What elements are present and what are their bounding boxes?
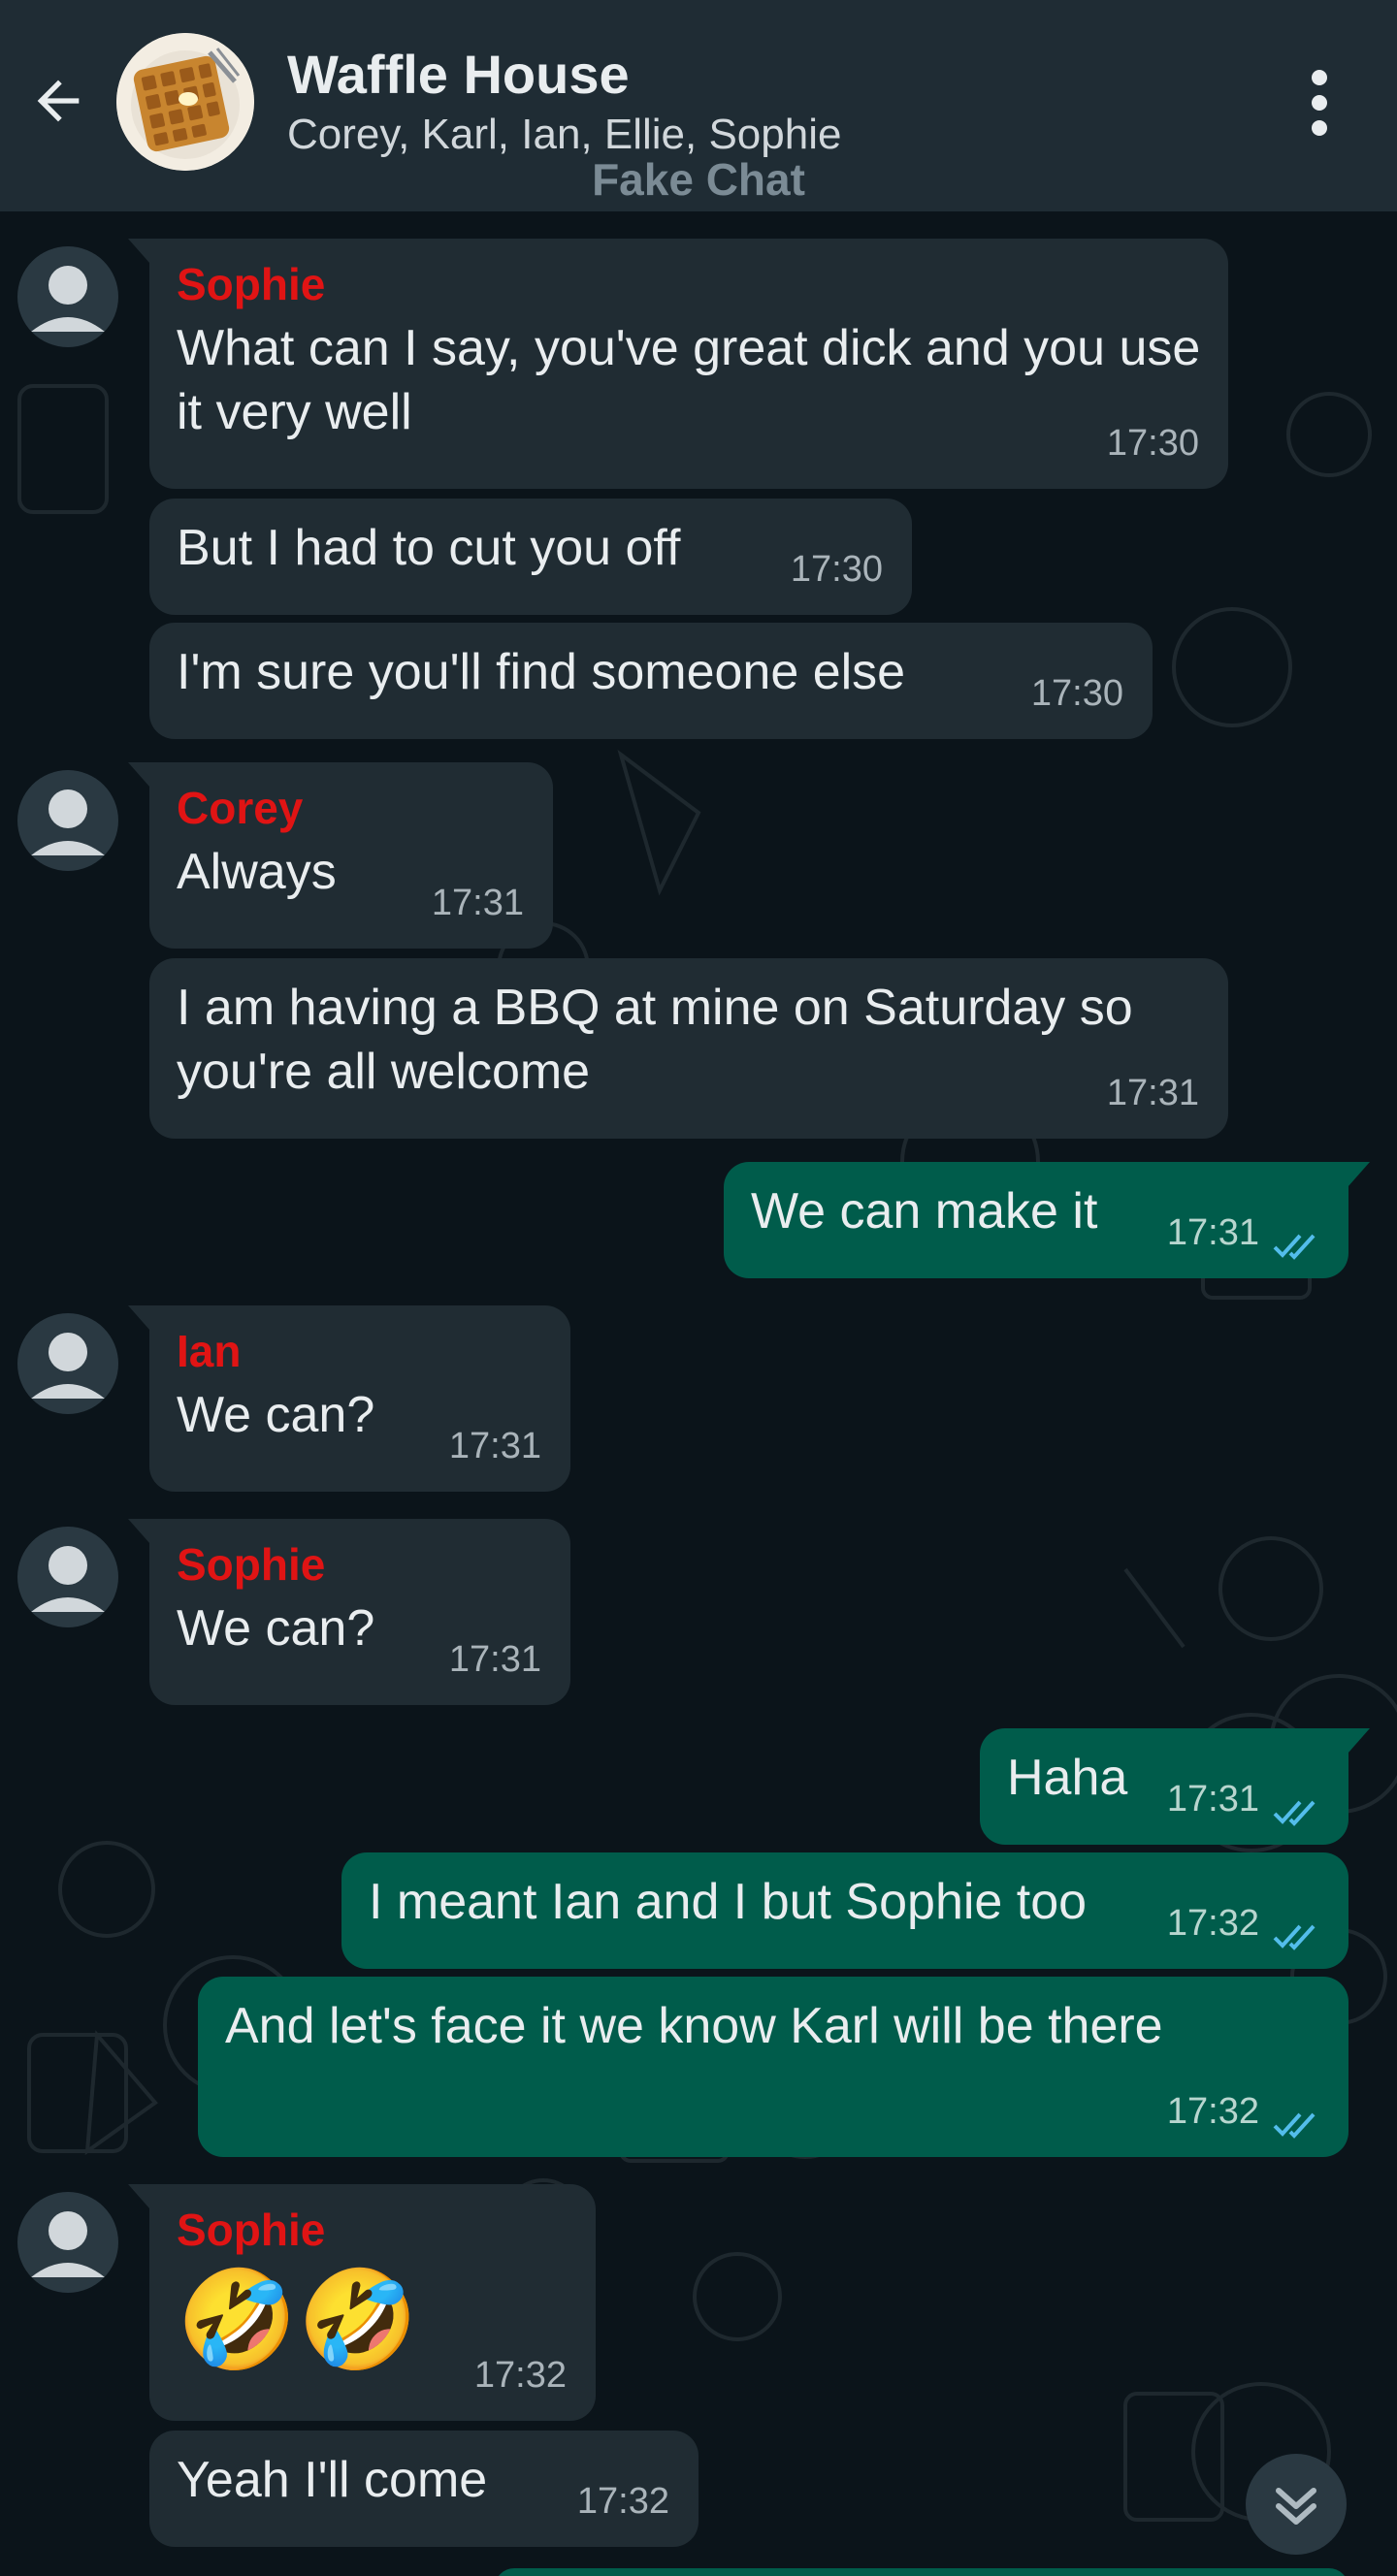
message-text: I meant Ian and I but Sophie too [369,1874,1088,1930]
outgoing-message-bubble[interactable]: Haha 17:31 [980,1728,1370,1845]
double-check-icon [1273,1924,1316,1950]
double-check-icon [1273,1800,1316,1826]
message-time: 17:31 [1166,1212,1259,1253]
message-time: 17:32 [576,2481,669,2522]
avatar[interactable] [17,1527,118,1627]
incoming-message-bubble[interactable]: I'm sure you'll find someone else 17:30 [149,623,1153,739]
sender-name: Sophie [177,2205,326,2255]
sender-name: Sophie [177,259,326,309]
avatar[interactable] [17,770,118,871]
chat-title[interactable]: Waffle House [287,43,630,106]
incoming-message-bubble[interactable]: Sophie What can I say, you've great dick… [128,239,1228,489]
watermark: Fake Chat [592,154,805,205]
message-text: We can? [177,1387,375,1443]
message-text: We can make it [751,1183,1098,1240]
more-vert-icon[interactable] [1300,68,1339,138]
double-chevron-down-icon [1276,2488,1316,2525]
message-time: 17:31 [448,1426,541,1466]
message-text: Always [177,844,337,900]
sender-name: Corey [177,783,304,833]
avatar[interactable] [17,246,118,347]
message-time: 17:32 [473,2355,567,2396]
default-avatar-icon [31,1333,105,1399]
waffle-image [116,33,254,171]
default-avatar-icon [31,2211,105,2277]
outgoing-message-bubble[interactable]: And let's face it we know Karl will be t… [198,1977,1348,2157]
outgoing-message-bubble[interactable]: I meant Ian and I but Sophie too 17:32 [341,1852,1348,1969]
message-text: Yeah I'll come [177,2452,488,2508]
participants-list[interactable]: Corey, Karl, Ian, Ellie, Sophie [287,111,841,159]
message-time: 17:32 [1166,2091,1259,2132]
message-text: What can I say, you've great dick and yo… [177,320,1201,440]
incoming-message-bubble[interactable]: But I had to cut you off 17:30 [149,499,912,615]
message-time: 17:31 [448,1639,541,1680]
message-text: I am having a BBQ at mine on Saturday so… [177,980,1133,1100]
sender-name: Ian [177,1326,242,1376]
arrow-back-icon[interactable] [27,70,89,132]
scroll-to-bottom-button[interactable] [1246,2454,1347,2555]
default-avatar-icon [31,789,105,855]
message-time: 17:30 [1106,423,1199,464]
incoming-message-bubble[interactable]: Sophie We can? 17:31 [128,1519,570,1705]
outgoing-message-bubble[interactable]: We can make it 17:31 [724,1162,1370,1278]
group-avatar[interactable] [116,33,254,171]
default-avatar-icon [31,266,105,332]
incoming-message-bubble[interactable]: Yeah I'll come 17:32 [149,2431,698,2547]
message-time: 17:32 [1166,1903,1259,1944]
emoji-text: 🤣🤣 [177,2266,419,2374]
incoming-message-bubble[interactable]: Ian We can? 17:31 [128,1305,570,1492]
message-list[interactable]: Sophie What can I say, you've great dick… [0,211,1397,2576]
sender-name: Sophie [177,1539,326,1590]
avatar[interactable] [17,2192,118,2293]
outgoing-message-bubble[interactable] [495,2568,1348,2576]
default-avatar-icon [31,1546,105,1612]
message-time: 17:31 [1106,1073,1199,1113]
avatar[interactable] [17,1313,118,1414]
message-text: I'm sure you'll find someone else [177,644,906,700]
double-check-icon [1273,1234,1316,1260]
message-text: And let's face it we know Karl will be t… [225,1998,1163,2054]
incoming-message-bubble[interactable]: Corey Always 17:31 [128,762,553,949]
message-text: We can? [177,1600,375,1657]
message-time: 17:31 [1166,1779,1259,1819]
double-check-icon [1273,2112,1316,2139]
message-text: But I had to cut you off [177,520,681,576]
message-text: Haha [1007,1750,1128,1806]
message-time: 17:30 [790,549,883,590]
incoming-message-bubble[interactable]: Sophie 🤣🤣 17:32 [128,2184,596,2421]
incoming-message-bubble[interactable]: I am having a BBQ at mine on Saturday so… [149,958,1228,1139]
chat-header: Waffle House Corey, Karl, Ian, Ellie, So… [0,0,1397,211]
message-time: 17:31 [431,883,524,923]
message-time: 17:30 [1030,673,1123,714]
